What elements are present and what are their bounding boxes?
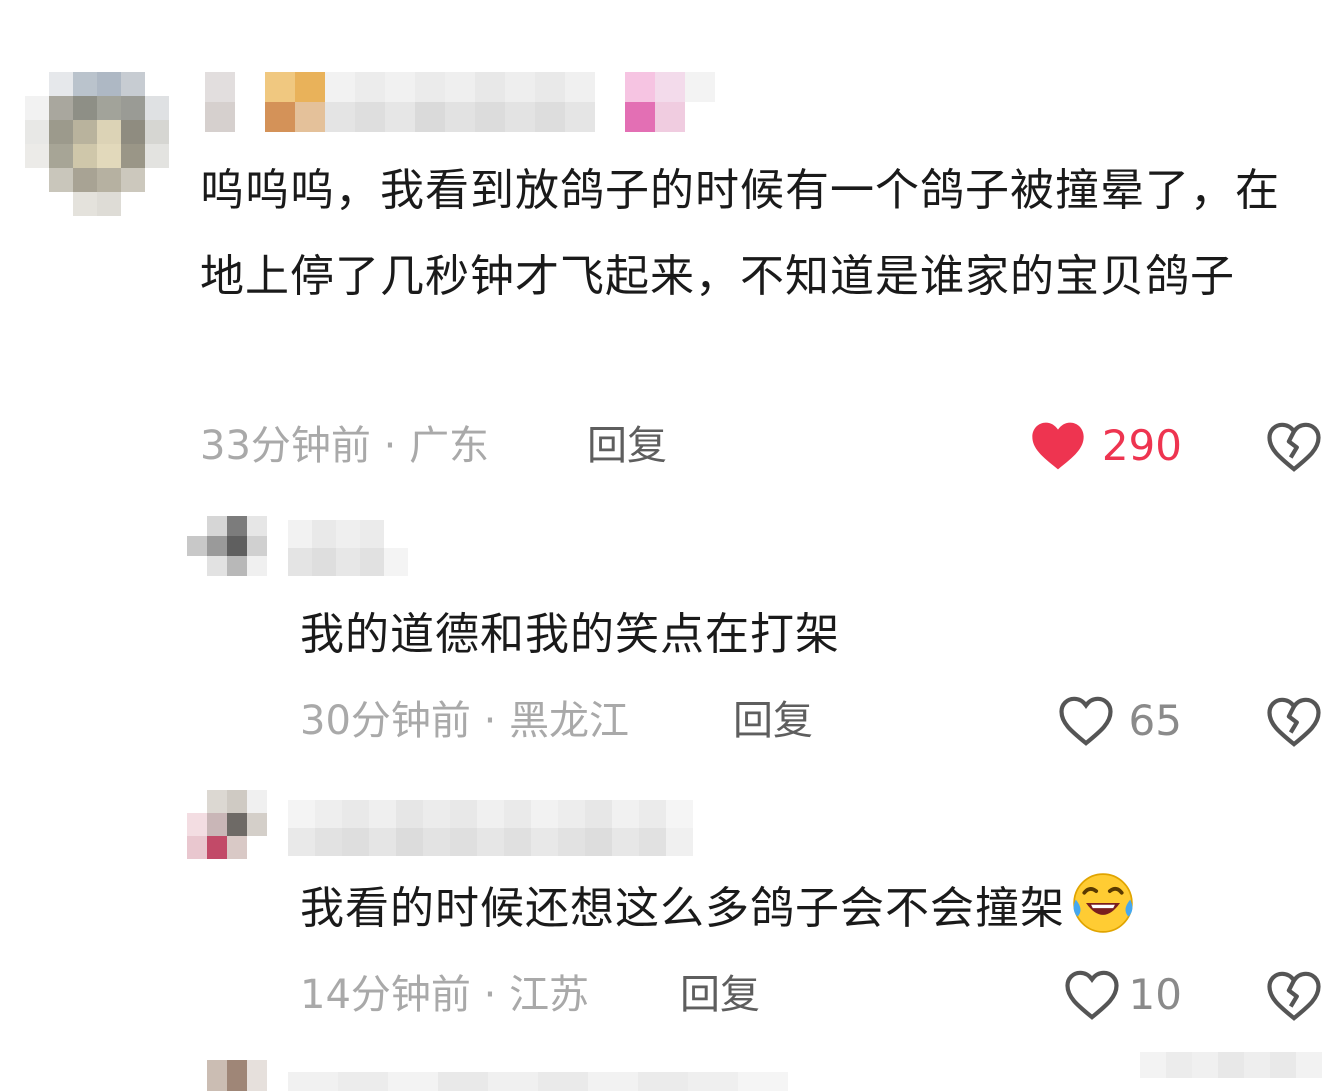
comment-time: 30分钟前: [300, 698, 471, 744]
heart-icon[interactable]: [1064, 969, 1120, 1021]
reply-button[interactable]: 回复: [733, 696, 813, 746]
comment-time: 14分钟前: [300, 972, 471, 1018]
like-count: 290: [1101, 421, 1182, 470]
username[interactable]: [288, 520, 408, 576]
comment-meta: 33分钟前 · 广东: [200, 421, 489, 471]
avatar[interactable]: [187, 1060, 267, 1091]
rofl-emoji: [1073, 873, 1133, 933]
avatar[interactable]: [25, 72, 169, 216]
comment-text: 我的道德和我的笑点在打架: [300, 609, 840, 660]
comment-text: 呜呜呜，我看到放鸽子的时候有一个鸽子被撞晕了，在地上停了几秒钟才飞起来，不知道是…: [200, 165, 1280, 302]
reply-button[interactable]: 回复: [680, 970, 760, 1020]
heart-icon[interactable]: [1058, 695, 1114, 747]
heart-icon[interactable]: [1030, 420, 1086, 472]
meta-separator: ·: [383, 423, 397, 469]
like-count: 10: [1128, 970, 1182, 1019]
reply-button[interactable]: 回复: [587, 421, 667, 471]
watermark: [1140, 1052, 1322, 1078]
meta-separator: ·: [483, 972, 497, 1018]
username[interactable]: [205, 72, 715, 132]
comment-text: 我看的时候还想这么多鸽子会不会撞架: [300, 866, 1310, 952]
broken-heart-icon[interactable]: [1266, 970, 1322, 1022]
avatar[interactable]: [187, 790, 267, 859]
username[interactable]: [288, 1072, 788, 1091]
comment-meta: 14分钟前 · 江苏: [300, 970, 589, 1020]
broken-heart-icon[interactable]: [1266, 421, 1322, 473]
comment-text-content: 我看的时候还想这么多鸽子会不会撞架: [300, 883, 1065, 934]
comment-location: 江苏: [509, 972, 590, 1018]
meta-separator: ·: [483, 698, 497, 744]
broken-heart-icon[interactable]: [1266, 696, 1322, 748]
username[interactable]: [288, 800, 693, 856]
comment-meta: 30分钟前 · 黑龙江: [300, 696, 629, 746]
like-count: 65: [1128, 696, 1182, 745]
comment-location: 广东: [409, 423, 490, 469]
comment-time: 33分钟前: [200, 423, 371, 469]
comment-location: 黑龙江: [509, 698, 630, 744]
avatar[interactable]: [187, 516, 267, 576]
